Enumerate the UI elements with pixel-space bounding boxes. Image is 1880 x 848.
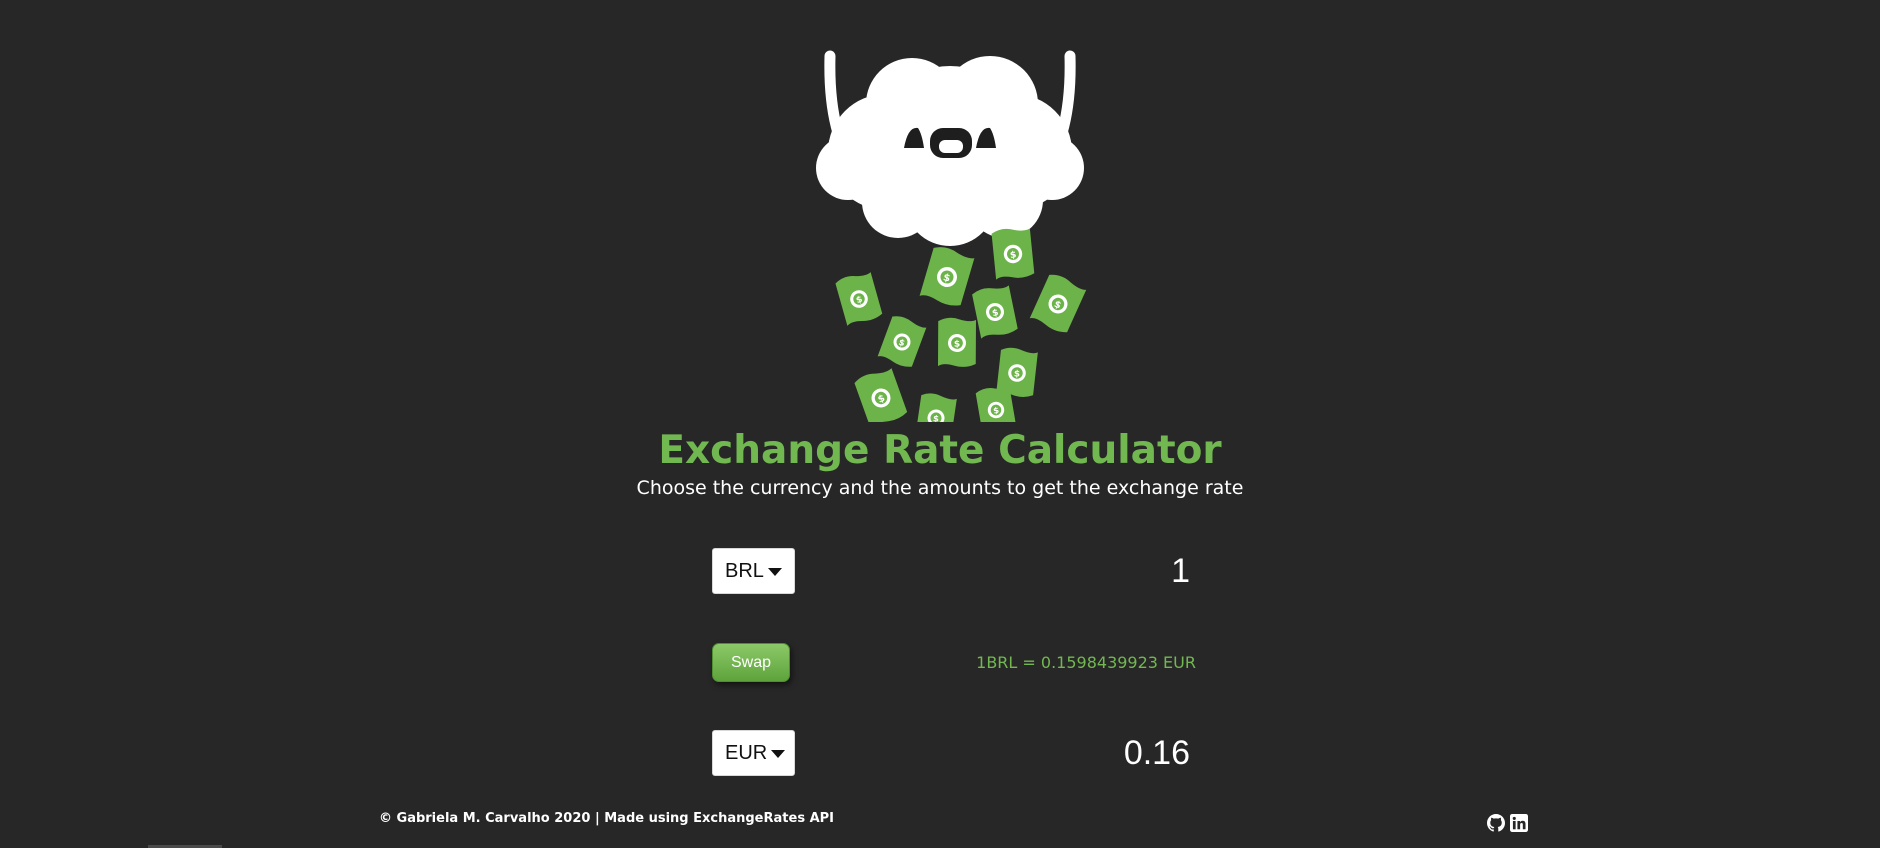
linkedin-icon[interactable] xyxy=(1510,814,1528,832)
caret-down-icon xyxy=(767,568,782,576)
footer-social-links xyxy=(1487,814,1528,832)
page-title: Exchange Rate Calculator xyxy=(658,428,1222,473)
page-subtitle: Choose the currency and the amounts to g… xyxy=(636,477,1244,499)
to-amount-input[interactable]: 0.16 xyxy=(930,730,1190,776)
exchange-rate-text: 1BRL = 0.1598439923 EUR xyxy=(976,653,1196,672)
money-cloud-illustration: $ xyxy=(800,50,1100,424)
caret-down-icon xyxy=(771,750,786,758)
page: $ xyxy=(0,0,1880,848)
footer-credit: © Gabriela M. Carvalho 2020 | Made using… xyxy=(379,811,835,826)
from-currency-label: BRL xyxy=(725,559,764,582)
from-amount-input[interactable]: 1 xyxy=(930,548,1190,594)
to-currency-label: EUR xyxy=(725,741,768,764)
from-currency-select[interactable]: BRL xyxy=(712,548,795,594)
swap-button[interactable]: Swap xyxy=(712,643,790,682)
github-icon[interactable] xyxy=(1487,814,1505,832)
to-currency-select[interactable]: EUR xyxy=(712,730,795,776)
